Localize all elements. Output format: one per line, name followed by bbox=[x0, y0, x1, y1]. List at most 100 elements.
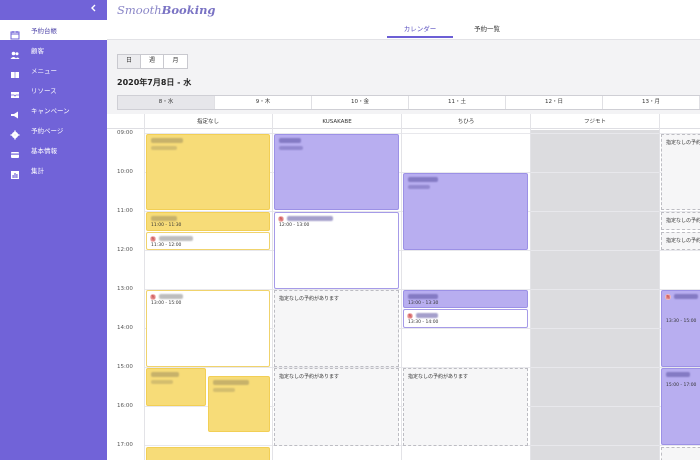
booking-block[interactable]: 指 13:30 - 14:00 bbox=[403, 309, 528, 328]
notice-text: 指定なしの予約があります bbox=[666, 140, 700, 146]
sidebar: 予約台帳 顧客 メニュー リソース キャンペーン 予約ページ 基本情報 集計 bbox=[0, 0, 107, 460]
grid-line bbox=[144, 250, 700, 251]
hour-label: 12:00 bbox=[117, 247, 133, 253]
chevron-left-icon bbox=[91, 4, 96, 12]
column-divider bbox=[144, 114, 145, 460]
booking-time: 11:30 - 12:00 bbox=[151, 243, 182, 248]
booking-block[interactable] bbox=[274, 134, 399, 210]
redacted-text bbox=[408, 177, 438, 182]
redacted-text bbox=[408, 185, 430, 189]
column-header-chihiro: ちひろ bbox=[457, 119, 475, 125]
day-tab[interactable]: 10・金 bbox=[312, 96, 409, 109]
booking-time: 13:30 - 14:00 bbox=[408, 320, 439, 325]
booking-time: 13:30 - 15:00 bbox=[666, 319, 697, 324]
view-day-button[interactable]: 日 bbox=[118, 55, 141, 68]
unassigned-booking-notice[interactable]: 指定なしの予約があります bbox=[661, 232, 700, 250]
redacted-text bbox=[151, 216, 177, 221]
sidebar-item-label: 基本情報 bbox=[31, 147, 57, 155]
unassigned-booking-notice[interactable] bbox=[661, 447, 700, 460]
sidebar-item-label: 予約台帳 bbox=[31, 27, 57, 35]
column-header-kusakabe: KUSAKABE bbox=[322, 119, 352, 125]
hour-label: 09:00 bbox=[117, 130, 133, 136]
booking-block[interactable] bbox=[208, 376, 270, 432]
booking-block[interactable]: 11:00 - 11:30 bbox=[146, 212, 270, 231]
redacted-text bbox=[159, 236, 193, 241]
users-icon bbox=[10, 45, 20, 59]
booking-block[interactable] bbox=[146, 447, 270, 460]
sidebar-item-label: 集計 bbox=[31, 167, 44, 175]
unassigned-badge: 指 bbox=[150, 294, 156, 300]
book-icon bbox=[10, 65, 20, 78]
booking-block[interactable]: 指 13:30 - 15:00 bbox=[661, 290, 700, 367]
booking-block[interactable] bbox=[403, 173, 528, 250]
view-toggle: 日 週 月 bbox=[117, 54, 188, 69]
day-tab[interactable]: 9・木 bbox=[215, 96, 312, 109]
view-month-button[interactable]: 月 bbox=[164, 55, 187, 68]
unassigned-booking-notice[interactable]: 指定なしの予約があります bbox=[274, 290, 399, 367]
day-tab[interactable]: 11・土 bbox=[409, 96, 506, 109]
sidebar-item-label: キャンペーン bbox=[31, 107, 70, 115]
booking-block[interactable] bbox=[146, 134, 270, 210]
booking-block[interactable]: 指 12:00 - 13:00 bbox=[274, 212, 399, 289]
sidebar-item-customers[interactable]: 顧客 bbox=[0, 40, 107, 60]
day-tab[interactable]: 13・月 bbox=[603, 96, 700, 109]
tab-reservation-list[interactable]: 予約一覧 bbox=[462, 22, 512, 38]
app-logo[interactable]: SmoothBooking bbox=[117, 3, 215, 17]
column-divider bbox=[659, 114, 660, 460]
hour-label: 15:00 bbox=[117, 364, 133, 370]
sidebar-item-campaign[interactable]: キャンペーン bbox=[0, 100, 107, 120]
column-divider bbox=[530, 114, 531, 460]
unassigned-booking-notice[interactable]: 指定なしの予約があります bbox=[661, 134, 700, 210]
unassigned-badge: 指 bbox=[150, 236, 156, 242]
unassigned-badge: 指 bbox=[407, 313, 413, 319]
redacted-text bbox=[416, 313, 438, 318]
chart-icon bbox=[10, 165, 20, 179]
calendar-icon bbox=[10, 25, 20, 40]
hour-label: 13:00 bbox=[117, 286, 133, 292]
redacted-text bbox=[674, 294, 698, 299]
booking-block[interactable]: 指 13:00 - 15:00 bbox=[146, 290, 270, 367]
day-tab[interactable]: 8・水 bbox=[118, 96, 215, 109]
notice-text: 指定なしの予約があります bbox=[279, 296, 340, 302]
calendar-column-headers: 指定なし KUSAKABE ちひろ フジモト bbox=[107, 114, 700, 129]
gear-icon bbox=[10, 125, 20, 140]
booking-block[interactable] bbox=[146, 368, 206, 406]
booking-block[interactable]: 13:00 - 13:30 bbox=[403, 290, 528, 308]
tab-calendar[interactable]: カレンダー bbox=[387, 22, 453, 38]
hour-label: 10:00 bbox=[117, 169, 133, 175]
view-week-button[interactable]: 週 bbox=[141, 55, 164, 68]
top-header: SmoothBooking カレンダー 予約一覧 bbox=[107, 0, 700, 40]
booking-block[interactable]: 指 11:30 - 12:00 bbox=[146, 232, 270, 250]
booking-time: 13:00 - 15:00 bbox=[151, 301, 182, 306]
sidebar-item-basic-info[interactable]: 基本情報 bbox=[0, 140, 107, 160]
redacted-text bbox=[213, 388, 235, 392]
redacted-text bbox=[151, 138, 183, 143]
sidebar-item-menu[interactable]: メニュー bbox=[0, 60, 107, 80]
notice-text: 指定なしの予約があります bbox=[666, 218, 700, 224]
unavailable-block bbox=[531, 130, 659, 460]
redacted-text bbox=[408, 294, 438, 299]
unassigned-booking-notice[interactable]: 指定なしの予約があります bbox=[661, 212, 700, 230]
collapse-sidebar-button[interactable] bbox=[88, 4, 100, 16]
redacted-text bbox=[287, 216, 333, 221]
hour-label: 14:00 bbox=[117, 325, 133, 331]
booking-time: 12:00 - 13:00 bbox=[279, 223, 310, 228]
notice-text: 指定なしの予約があります bbox=[279, 374, 340, 380]
redacted-text bbox=[151, 372, 179, 377]
column-divider bbox=[401, 114, 402, 460]
sidebar-item-booking-page[interactable]: 予約ページ bbox=[0, 120, 107, 140]
unassigned-badge: 指 bbox=[278, 216, 284, 222]
redacted-text bbox=[151, 380, 173, 384]
unassigned-booking-notice[interactable]: 指定なしの予約があります bbox=[403, 368, 528, 446]
sidebar-item-label: リソース bbox=[31, 87, 57, 95]
unassigned-booking-notice[interactable]: 指定なしの予約があります bbox=[274, 368, 399, 446]
app: 予約台帳 顧客 メニュー リソース キャンペーン 予約ページ 基本情報 集計 S… bbox=[0, 0, 700, 460]
booking-block[interactable]: 15:00 - 17:00 bbox=[661, 368, 700, 445]
booking-time: 11:00 - 11:30 bbox=[151, 223, 182, 228]
day-tab[interactable]: 12・日 bbox=[506, 96, 603, 109]
sidebar-item-reservation-ledger[interactable]: 予約台帳 bbox=[0, 20, 107, 40]
sidebar-item-label: 予約ページ bbox=[31, 127, 64, 135]
sidebar-item-analytics[interactable]: 集計 bbox=[0, 160, 107, 180]
sidebar-item-resources[interactable]: リソース bbox=[0, 80, 107, 100]
card-icon bbox=[10, 145, 20, 158]
